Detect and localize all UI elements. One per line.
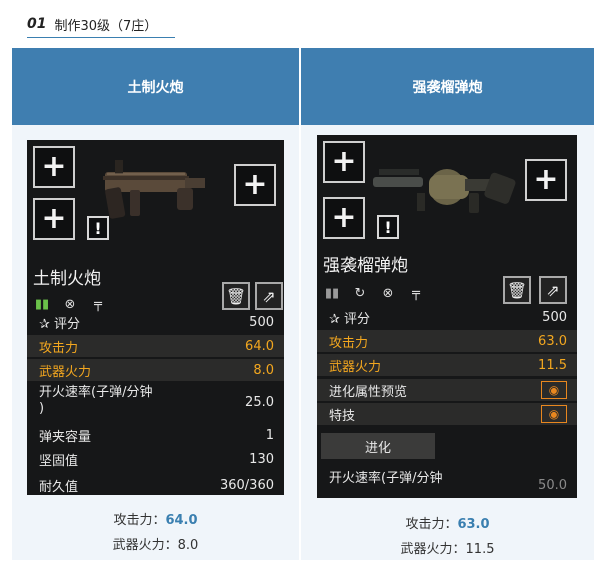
summary-firepower: 武器火力：11.5 bbox=[301, 538, 594, 557]
weapon-card: + + + ! 强袭榴弹炮 ▮▮ ↻ ⊗ ╤ 🗑︎ ⇗ ✰ 评分 500 攻击力… bbox=[317, 135, 577, 498]
rating-label: 评分 bbox=[54, 316, 81, 332]
share-icon: ⇗ bbox=[546, 280, 560, 300]
stat-value: 50.0 bbox=[538, 477, 567, 493]
stat-label: 攻击力 bbox=[329, 335, 369, 351]
rating-row: ✰ 评分 500 bbox=[317, 306, 577, 328]
stat-row-fire-rate: 开火速率(子弹/分钟 ) 25.0 bbox=[27, 385, 284, 421]
eye-icon[interactable]: ◉ bbox=[541, 381, 567, 399]
stat-value: 11.5 bbox=[538, 357, 567, 373]
attachment-icon: ╤ bbox=[412, 285, 420, 301]
share-button[interactable]: ⇗ bbox=[255, 282, 283, 310]
stat-row-attack: 攻击力 64.0 bbox=[27, 335, 284, 357]
perk-row[interactable]: 特技 ◉ bbox=[317, 403, 577, 425]
weapon-trait-icons: ▮▮ ↻ ⊗ ╤ bbox=[321, 283, 427, 303]
stat-value: 64.0 bbox=[245, 338, 274, 354]
trash-button[interactable]: 🗑︎ bbox=[503, 276, 531, 304]
stat-label: 开火速率(子弹/分钟 bbox=[329, 470, 443, 486]
ammo-icon: ▮▮ bbox=[324, 285, 340, 301]
stat-row-attack: 攻击力 63.0 bbox=[317, 330, 577, 352]
rating-value: 500 bbox=[249, 314, 274, 330]
eye-icon[interactable]: ◉ bbox=[541, 405, 567, 423]
weapon-image bbox=[103, 160, 205, 219]
stat-label: 武器火力 bbox=[39, 364, 92, 380]
stat-row-magazine: 弹夹容量 1 bbox=[27, 424, 284, 446]
plus-icon: + bbox=[242, 167, 268, 202]
summary-label: 攻击力： bbox=[405, 517, 458, 532]
crosshair-icon: ⊗ bbox=[382, 285, 394, 301]
weapon-image bbox=[373, 169, 516, 213]
stat-label: 坚固值 bbox=[39, 453, 79, 469]
stat-label: 弹夹容量 bbox=[39, 429, 92, 445]
stat-label: 武器火力 bbox=[329, 359, 382, 375]
column-body: + + + ! 强袭榴弹炮 ▮▮ ↻ ⊗ ╤ 🗑︎ ⇗ ✰ 评分 500 攻击力… bbox=[301, 125, 594, 560]
stat-label-line: 开火速率(子弹/分钟 bbox=[39, 385, 153, 400]
summary-attack: 攻击力：63.0 bbox=[301, 513, 594, 532]
weapon-column-left: 土制火炮 + + + ! 土制火炮 ▮▮ ⊗ ╤ 🗑︎ ⇗ ✰ 评分 500 攻… bbox=[12, 48, 299, 560]
weapon-name: 强袭榴弹炮 bbox=[323, 256, 408, 276]
summary-value: 8.0 bbox=[177, 538, 199, 553]
weapon-card: + + + ! 土制火炮 ▮▮ ⊗ ╤ 🗑︎ ⇗ ✰ 评分 500 攻击力 64… bbox=[27, 140, 284, 495]
plus-icon: + bbox=[533, 162, 559, 197]
plus-icon: + bbox=[331, 144, 357, 179]
section-heading: 01 制作30级（7庄） bbox=[27, 10, 157, 38]
stat-label-line: ) bbox=[39, 401, 45, 416]
column-header: 土制火炮 bbox=[12, 48, 299, 125]
summary-firepower: 武器火力：8.0 bbox=[12, 534, 299, 553]
trash-button[interactable]: 🗑︎ bbox=[222, 282, 250, 310]
refresh-icon: ↻ bbox=[354, 285, 366, 301]
attachment-slot[interactable]: + bbox=[33, 198, 75, 240]
attachment-slot[interactable]: + bbox=[234, 164, 276, 206]
stat-value: 25.0 bbox=[245, 395, 274, 410]
plus-icon: + bbox=[331, 200, 357, 235]
stat-row-sturdiness: 坚固值 130 bbox=[27, 448, 284, 470]
evolve-button[interactable]: 进化 bbox=[321, 433, 435, 459]
stat-label: 开火速率(子弹/分钟 ) bbox=[39, 385, 152, 417]
column-header: 强袭榴弹炮 bbox=[301, 48, 594, 125]
stat-value: 130 bbox=[249, 451, 274, 467]
stat-value: 63.0 bbox=[538, 333, 567, 349]
plus-icon: + bbox=[41, 149, 67, 184]
attachment-slot[interactable]: + bbox=[323, 141, 365, 183]
trash-icon: 🗑︎ bbox=[506, 280, 528, 300]
attachment-slot[interactable]: + bbox=[323, 197, 365, 239]
stat-row-fire-rate: 开火速率(子弹/分钟 50.0 bbox=[317, 465, 577, 493]
rating-star-icon: ✰ bbox=[39, 316, 55, 332]
share-icon: ⇗ bbox=[262, 286, 276, 306]
section-title: 制作30级（7庄） bbox=[54, 18, 158, 34]
stat-label: 攻击力 bbox=[39, 340, 79, 356]
stat-label: 特技 bbox=[329, 408, 356, 424]
summary-label: 攻击力： bbox=[113, 513, 166, 528]
attachment-slot[interactable]: + bbox=[33, 146, 75, 188]
summary-value: 63.0 bbox=[457, 517, 490, 532]
stat-label: 耐久值 bbox=[39, 479, 79, 495]
share-button[interactable]: ⇗ bbox=[539, 276, 567, 304]
rating-label: 评分 bbox=[344, 311, 371, 327]
stat-row-durability: 耐久值 360/360 bbox=[27, 474, 284, 495]
summary-value: 11.5 bbox=[465, 542, 495, 557]
stat-value: 8.0 bbox=[253, 362, 274, 378]
rating-row: ✰ 评分 500 bbox=[27, 311, 284, 333]
trash-icon: 🗑︎ bbox=[225, 286, 247, 306]
evolution-preview-row[interactable]: 进化属性预览 ◉ bbox=[317, 379, 577, 401]
stat-row-firepower: 武器火力 11.5 bbox=[317, 354, 577, 376]
weapon-name: 土制火炮 bbox=[33, 269, 101, 289]
attachment-slot[interactable]: + bbox=[525, 159, 567, 201]
section-underline bbox=[27, 37, 175, 38]
stat-row-firepower: 武器火力 8.0 bbox=[27, 359, 284, 381]
weapon-column-right: 强袭榴弹炮 + + + ! 强袭榴弹炮 ▮▮ ↻ ⊗ ╤ 🗑︎ ⇗ ✰ 评分 5… bbox=[301, 48, 594, 560]
rating-value: 500 bbox=[542, 309, 567, 325]
stat-label: 进化属性预览 bbox=[329, 384, 408, 400]
summary-value: 64.0 bbox=[165, 513, 198, 528]
summary-attack: 攻击力：64.0 bbox=[12, 509, 299, 528]
plus-icon: + bbox=[41, 201, 67, 236]
column-body: + + + ! 土制火炮 ▮▮ ⊗ ╤ 🗑︎ ⇗ ✰ 评分 500 攻击力 64… bbox=[12, 125, 299, 560]
summary-label: 武器火力： bbox=[112, 538, 178, 553]
section-number: 01 bbox=[27, 16, 47, 32]
stat-value: 360/360 bbox=[219, 477, 274, 493]
summary-label: 武器火力： bbox=[400, 542, 466, 557]
rating-star-icon: ✰ bbox=[329, 311, 345, 327]
stat-value: 1 bbox=[265, 427, 274, 443]
